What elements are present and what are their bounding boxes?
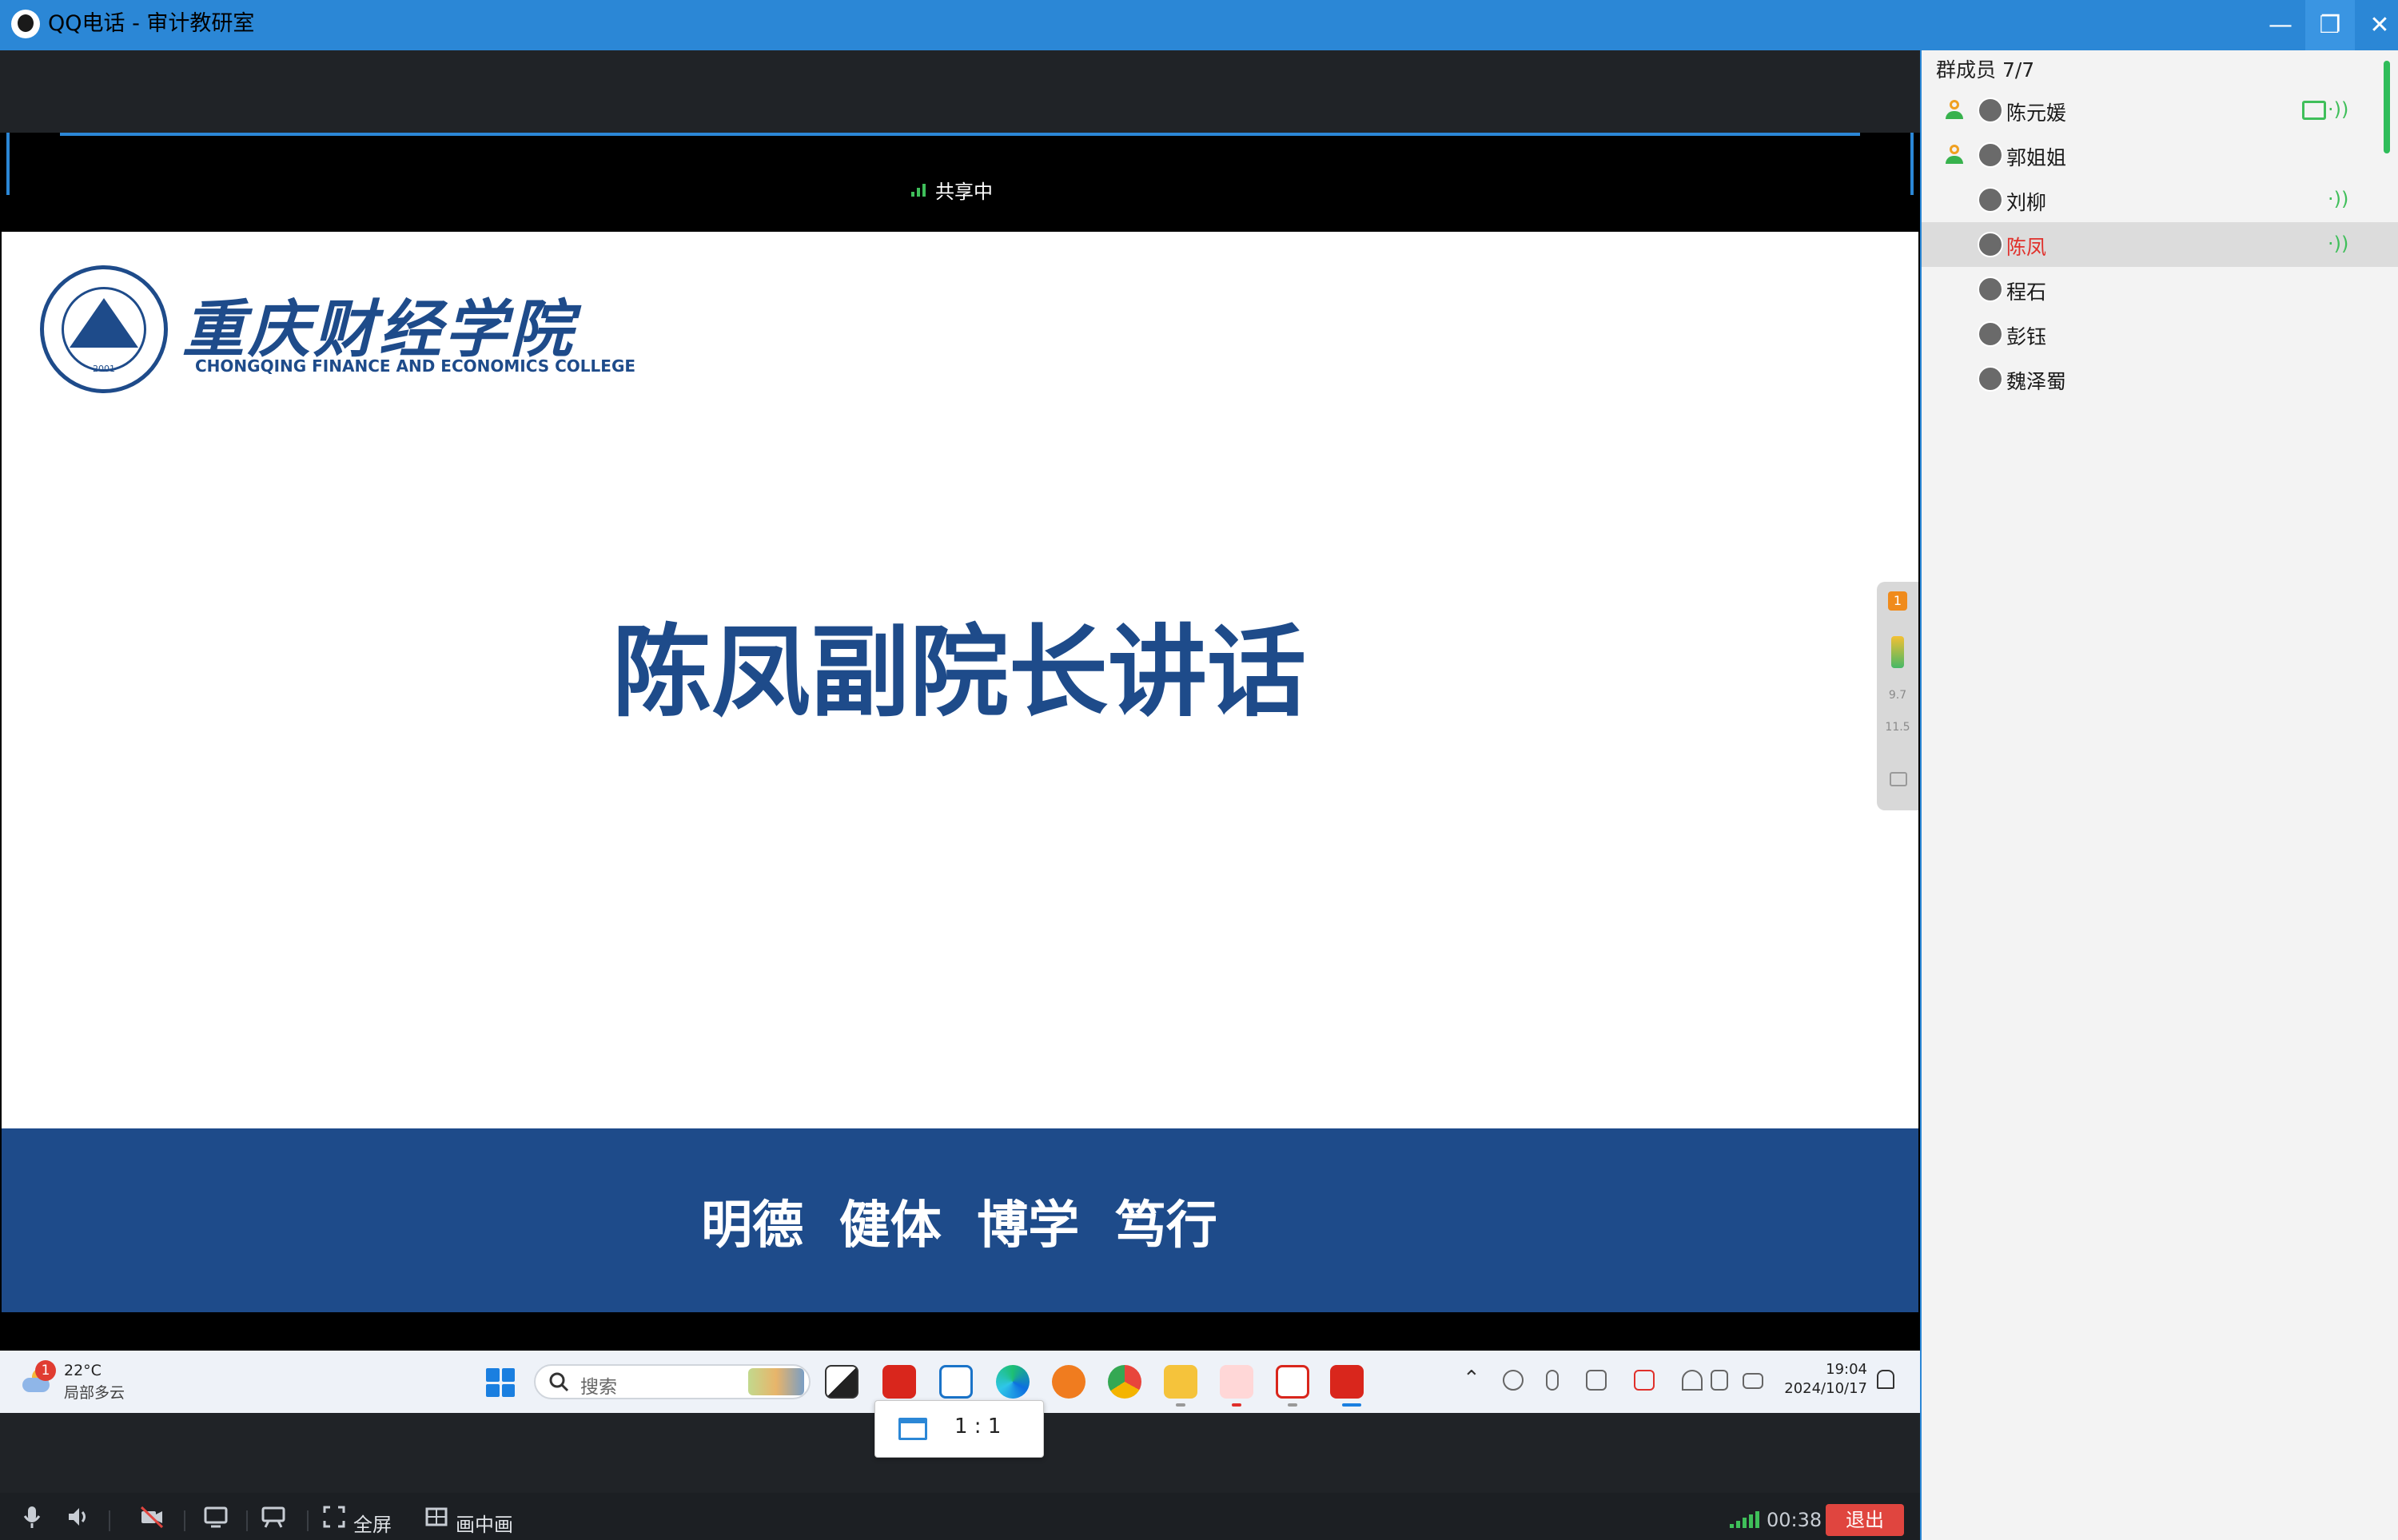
- college-motto: 明德 健体 博学 笃行: [701, 1196, 1217, 1255]
- volume-icon: [1711, 1370, 1728, 1391]
- avatar[interactable]: [1978, 277, 2003, 302]
- task-view-icon: [825, 1365, 858, 1399]
- battery-icon: [1743, 1373, 1763, 1389]
- qq-logo-icon: [11, 10, 40, 38]
- pdf-reader-icon: [882, 1365, 916, 1399]
- orange-app-icon: [1052, 1365, 1085, 1399]
- input-method-icon: [1586, 1370, 1607, 1391]
- running-indicator: [1342, 1403, 1361, 1407]
- running-indicator: [1232, 1403, 1241, 1407]
- weather-temperature: 22°C: [64, 1362, 102, 1379]
- exit-button[interactable]: 退出: [1826, 1504, 1904, 1536]
- share-border: [60, 133, 1860, 136]
- remote-search-placeholder: 搜索: [580, 1377, 617, 1398]
- member-name: 彭钰: [2006, 325, 2047, 348]
- windows-start-icon: [486, 1368, 515, 1397]
- stats-badge: 1: [1888, 591, 1907, 611]
- search-highlight-image: [748, 1368, 804, 1395]
- weather-badge: 1: [35, 1360, 56, 1381]
- pip-icon[interactable]: [424, 1504, 449, 1530]
- separator: [246, 1510, 248, 1531]
- college-name-english: CHONGQING FINANCE AND ECONOMICS COLLEGE: [195, 356, 636, 376]
- speaking-icon: ·)): [2328, 98, 2349, 121]
- weather-description: 局部多云: [64, 1384, 125, 1402]
- pip-button[interactable]: 画中画: [456, 1509, 513, 1537]
- tray-time: 19:04: [1826, 1361, 1867, 1378]
- window-title: QQ电话 - 审计教研室: [48, 11, 255, 36]
- member-name: 陈元媛: [2006, 101, 2067, 125]
- seal-year: 2001: [93, 364, 115, 374]
- upload-speed: 9.7: [1888, 689, 1907, 702]
- member-name: 程石: [2006, 281, 2047, 304]
- host-icon: [1944, 145, 1965, 165]
- running-indicator: [1288, 1403, 1297, 1407]
- tray-expand-icon: ⌃: [1463, 1367, 1480, 1391]
- member-name: 陈凤: [2006, 236, 2047, 259]
- avatar[interactable]: [1978, 366, 2003, 392]
- wifi-icon: [1682, 1370, 1703, 1391]
- search-icon: [549, 1372, 569, 1392]
- separator: [109, 1510, 110, 1531]
- member-name: 魏泽蜀: [2006, 370, 2067, 393]
- whiteboard-icon[interactable]: [261, 1504, 286, 1530]
- running-indicator: [1176, 1403, 1185, 1407]
- separator: [307, 1510, 309, 1531]
- sync-icon: [1503, 1370, 1524, 1391]
- slide-title: 陈凤副院长讲话: [611, 615, 1306, 730]
- fullscreen-button[interactable]: 全屏: [353, 1509, 392, 1537]
- camera-icon[interactable]: [1890, 772, 1907, 786]
- camera-off-icon[interactable]: [139, 1504, 165, 1530]
- fullscreen-icon[interactable]: [321, 1504, 347, 1530]
- file-explorer-icon: [1164, 1365, 1197, 1399]
- gauge-icon: [1891, 636, 1904, 668]
- edge-browser-icon: [996, 1365, 1030, 1399]
- share-border: [1910, 133, 1914, 195]
- microphone-icon[interactable]: [19, 1504, 45, 1530]
- avatar[interactable]: [1978, 321, 2003, 347]
- notification-icon: [1877, 1370, 1894, 1389]
- tray-date: 2024/10/17: [1784, 1380, 1867, 1397]
- avatar[interactable]: [1978, 232, 2003, 257]
- speaking-icon: ·)): [2328, 188, 2349, 210]
- college-seal-logo: 2001: [40, 265, 168, 393]
- separator: [184, 1510, 185, 1531]
- speaking-icon: ·)): [2328, 233, 2349, 255]
- avatar[interactable]: [1978, 187, 2003, 213]
- call-control-bar: [0, 1493, 1920, 1540]
- host-icon: [1944, 100, 1965, 121]
- close-button[interactable]: ✕: [2355, 0, 2398, 50]
- member-name: 刘柳: [2006, 191, 2047, 214]
- qq-taskbar-icon: [1220, 1365, 1253, 1399]
- minimize-button[interactable]: —: [2256, 0, 2305, 50]
- title-bar: [0, 0, 2398, 50]
- sharing-status-label: 共享中: [935, 180, 993, 203]
- restore-button[interactable]: ❐: [2305, 0, 2355, 50]
- sharing-status: 共享中: [911, 177, 993, 203]
- window-ratio-icon[interactable]: [898, 1418, 927, 1440]
- network-signal-icon: [1730, 1509, 1759, 1528]
- avatar[interactable]: [1978, 142, 2003, 168]
- signal-icon: [911, 182, 926, 197]
- screen-share-icon[interactable]: [203, 1504, 229, 1530]
- wps-office-icon: [1330, 1365, 1364, 1399]
- call-timer: 00:38: [1767, 1509, 1822, 1531]
- member-count-header: 群成员 7/7: [1936, 58, 2035, 82]
- download-speed: 11.5: [1885, 721, 1910, 734]
- tray-clock: 19:04 2024/10/17: [1784, 1360, 1867, 1399]
- sogou-input-icon: [1634, 1370, 1655, 1391]
- wps-icon: [1276, 1365, 1309, 1399]
- member-name: 郭姐姐: [2006, 146, 2067, 169]
- share-border: [6, 133, 10, 195]
- avatar[interactable]: [1978, 97, 2003, 123]
- ratio-label[interactable]: 1 : 1: [954, 1415, 1001, 1439]
- microphone-icon: [1546, 1370, 1559, 1391]
- chrome-icon: [1108, 1365, 1141, 1399]
- speaker-icon[interactable]: [66, 1504, 91, 1530]
- window-app-icon: [939, 1365, 973, 1399]
- screen-sharing-icon: [2302, 101, 2326, 120]
